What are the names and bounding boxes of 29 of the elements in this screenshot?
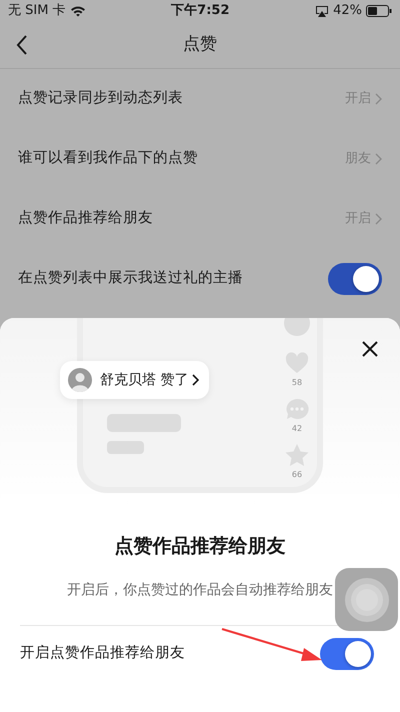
setting-label: 点赞作品推荐给朋友 [18,209,153,228]
page-title: 点赞 [183,33,217,56]
notification-text: 舒克贝塔 赞了 [100,370,188,390]
setting-label: 点赞记录同步到动态列表 [18,89,183,108]
carrier-text: 无 SIM 卡 [8,2,66,20]
option-label: 开启点赞作品推荐给朋友 [20,644,185,664]
notification-pill[interactable]: 舒克贝塔 赞了 [60,361,210,399]
sheet-description: 开启后，你点赞过的作品会自动推荐给朋友 [67,582,333,598]
count-text: 42 [292,425,302,433]
battery-icon [366,5,392,17]
close-button[interactable] [362,341,378,357]
close-icon [362,341,378,357]
chevron-icon [192,374,200,386]
count-text: 66 [292,471,302,479]
battery-percent: 42% [333,2,362,20]
chevron-icon [375,93,382,105]
wifi-icon [70,5,86,17]
sheet-title: 点赞作品推荐给朋友 [114,535,286,557]
avatar-icon [68,368,92,392]
count-text: 58 [292,379,302,387]
chevron-icon [375,213,382,225]
toggle-switch[interactable] [320,638,374,670]
toggle-switch[interactable] [328,263,382,295]
status-time: 下午7:52 [170,2,231,20]
chevron-icon [375,153,382,165]
setting-label: 在点赞列表中展示我送过礼的主播 [18,268,243,288]
setting-label: 谁可以看到我作品下的点赞 [18,149,198,168]
assistive-touch-icon [344,578,388,622]
airplay-icon [315,5,330,17]
